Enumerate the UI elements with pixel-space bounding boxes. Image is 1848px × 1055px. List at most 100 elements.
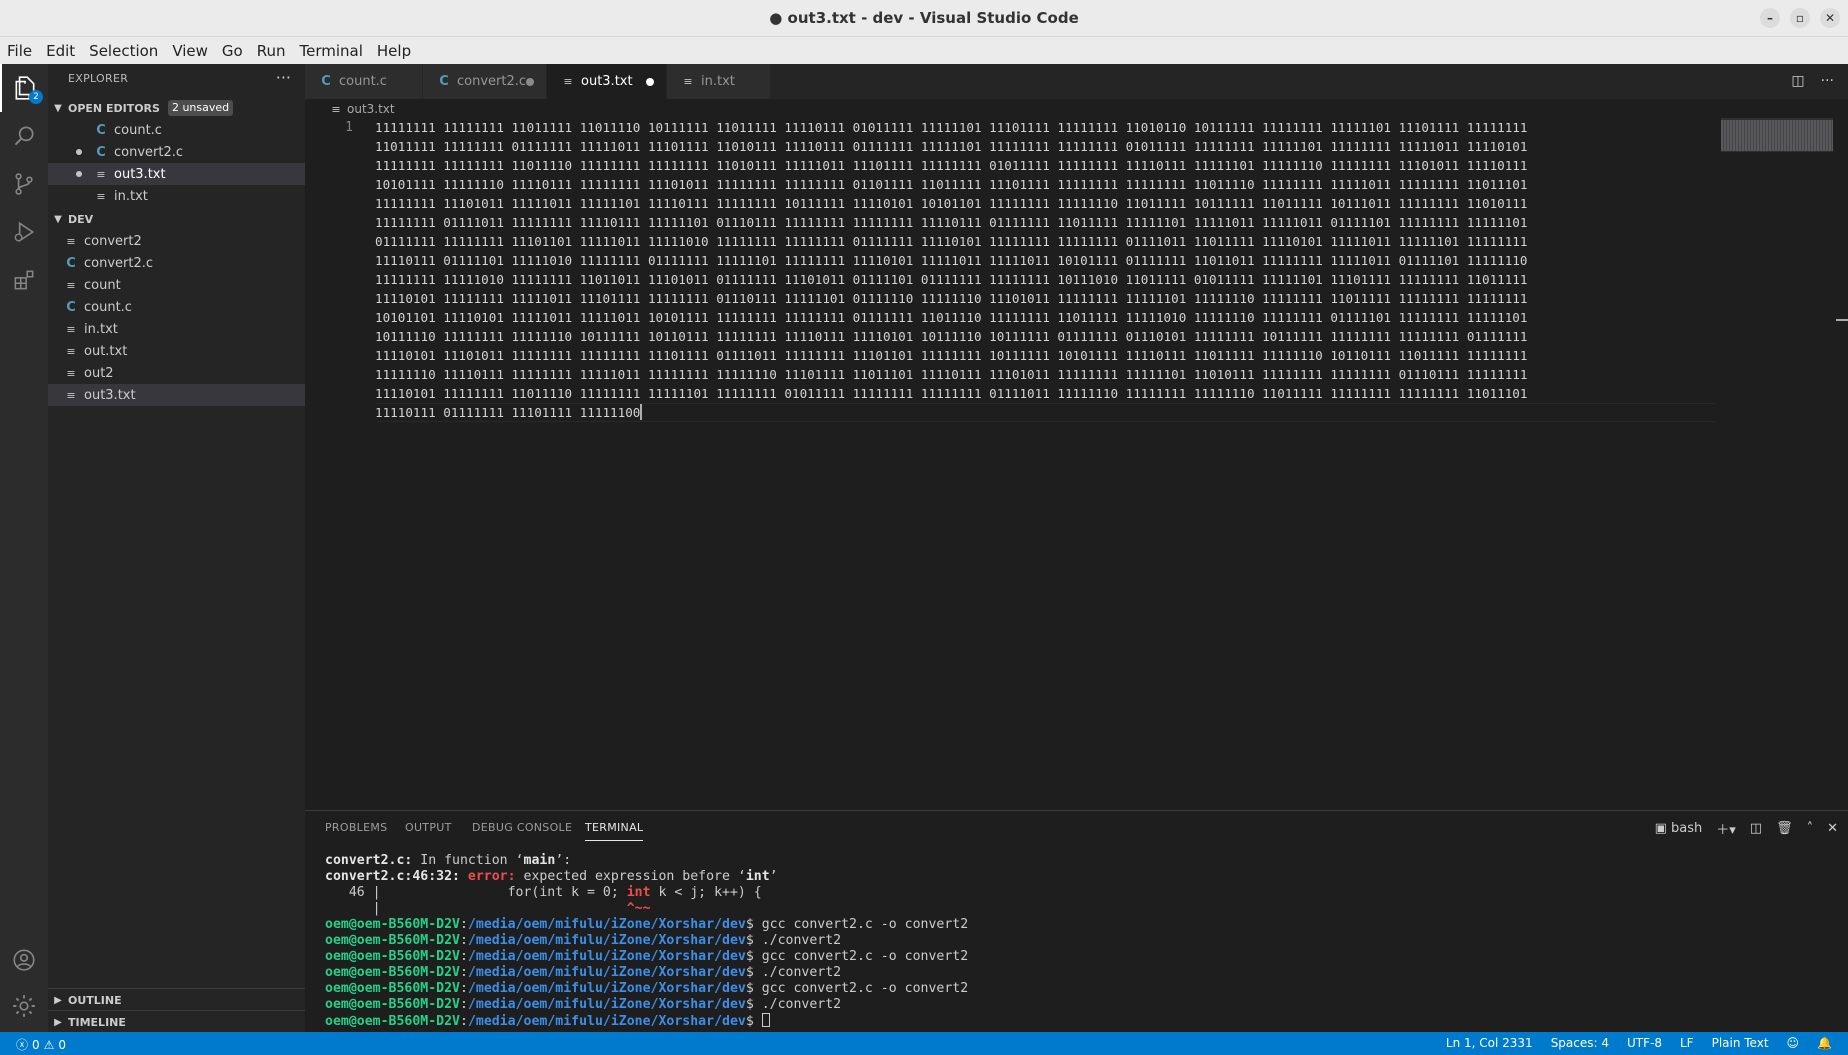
search-icon bbox=[14, 126, 34, 146]
c-file-icon: C bbox=[96, 144, 106, 160]
indentation[interactable]: Spaces: 4 bbox=[1551, 1036, 1609, 1050]
code-line: 11110101 11111111 11111011 11101111 1111… bbox=[375, 291, 1528, 306]
open-editor-item[interactable]: ≡ in.txt bbox=[48, 185, 305, 207]
code-line: 11111111 11111111 11011111 11011110 1011… bbox=[375, 120, 1528, 135]
term-text: for(int k = 0; bbox=[380, 885, 627, 900]
file-tree-item[interactable]: ≡ convert2 bbox=[48, 230, 305, 252]
unsaved-dot-icon bbox=[646, 78, 654, 86]
open-editor-label: convert2.c bbox=[114, 144, 184, 160]
code-line: 11011111 11111111 01111111 11111011 1110… bbox=[375, 139, 1528, 154]
run-debug-button[interactable] bbox=[0, 208, 48, 256]
unsaved-badge: 2 unsaved bbox=[167, 100, 234, 116]
folder-header[interactable]: ▼ DEV bbox=[48, 208, 305, 230]
maximize-button[interactable]: ▫ bbox=[1790, 8, 1810, 28]
menu-run[interactable]: Run bbox=[257, 42, 286, 60]
terminal-output[interactable]: convert2.c: In function ‘main’: convert2.… bbox=[325, 853, 968, 1030]
end-of-line[interactable]: LF bbox=[1680, 1036, 1694, 1050]
terminal-shell-selector[interactable]: ▣ bash bbox=[1655, 821, 1703, 836]
text-file-icon: ≡ bbox=[66, 388, 76, 402]
file-label: out3.txt bbox=[84, 387, 136, 403]
outline-header[interactable]: ▶ OUTLINE bbox=[48, 988, 305, 1011]
term-command: gcc convert2.c -o convert2 bbox=[761, 981, 969, 996]
manage-button[interactable] bbox=[0, 982, 48, 1030]
tab-out3-txt[interactable]: ≡ out3.txt bbox=[547, 64, 667, 99]
minimap-slider[interactable] bbox=[1721, 118, 1833, 152]
explorer-button[interactable]: 2 bbox=[0, 64, 48, 112]
menu-selection[interactable]: Selection bbox=[89, 42, 158, 60]
file-tree-item[interactable]: ≡ in.txt bbox=[48, 318, 305, 340]
menu-edit[interactable]: Edit bbox=[46, 42, 75, 60]
language-mode[interactable]: Plain Text bbox=[1712, 1036, 1769, 1050]
menu-help[interactable]: Help bbox=[377, 42, 411, 60]
outline-label: OUTLINE bbox=[68, 993, 122, 1007]
split-terminal-icon[interactable]: ◫ bbox=[1750, 821, 1762, 836]
trash-icon[interactable]: 🗑 bbox=[1776, 821, 1793, 836]
open-editor-item[interactable]: C count.c bbox=[48, 119, 305, 141]
file-tree-item[interactable]: Ccount.c bbox=[48, 296, 305, 318]
text-file-icon: ≡ bbox=[66, 366, 76, 380]
bell-icon[interactable]: 🔔 bbox=[1817, 1036, 1832, 1050]
source-control-button[interactable] bbox=[0, 160, 48, 208]
open-editor-item[interactable]: C convert2.c bbox=[48, 141, 305, 163]
sidebar-title: EXPLORER bbox=[68, 72, 129, 85]
code-line: 11110111 01111101 11111010 11111111 0111… bbox=[375, 253, 1528, 268]
gear-icon bbox=[13, 995, 35, 1017]
term-fn: main bbox=[523, 853, 556, 868]
chevron-right-icon: ▶ bbox=[54, 1016, 62, 1028]
problems-status[interactable]: ⓧ 0 ⚠ 0 bbox=[16, 1036, 66, 1053]
code-line: 11110101 11111111 11011110 11111111 1111… bbox=[375, 386, 1528, 401]
menu-terminal[interactable]: Terminal bbox=[300, 42, 363, 60]
feedback-icon[interactable]: ☺ bbox=[1787, 1036, 1800, 1050]
term-text: expected expression before ‘ bbox=[523, 869, 746, 884]
text-file-icon: ≡ bbox=[683, 75, 693, 88]
file-label: count bbox=[84, 277, 121, 293]
code-content[interactable]: 11111111 11111111 11011111 11011110 1011… bbox=[375, 118, 1675, 422]
term-highlight: int bbox=[626, 885, 651, 900]
open-editors-header[interactable]: ▼ OPEN EDITORS 2 unsaved bbox=[48, 97, 305, 119]
tab-count-c[interactable]: C count.c bbox=[305, 64, 423, 99]
tab-label: convert2.c bbox=[457, 74, 527, 89]
unsaved-dot-icon bbox=[526, 78, 534, 86]
editor-tab-bar: C count.c C convert2.c ≡ out3.txt ≡ in.t… bbox=[305, 64, 1848, 99]
menu-go[interactable]: Go bbox=[222, 42, 243, 60]
open-editor-item[interactable]: ≡ out3.txt bbox=[48, 163, 305, 185]
search-button[interactable] bbox=[0, 112, 48, 160]
term-text: ’: bbox=[555, 853, 572, 868]
breadcrumb[interactable]: ≡ out3.txt bbox=[329, 100, 394, 118]
tab-problems[interactable]: PROBLEMS bbox=[325, 821, 387, 834]
maximize-panel-icon[interactable]: ˄ bbox=[1807, 821, 1814, 836]
menu-file[interactable]: File bbox=[7, 42, 32, 60]
file-tree-item[interactable]: ≡ out2 bbox=[48, 362, 305, 384]
new-terminal-icon[interactable]: ＋▾ bbox=[1716, 819, 1736, 838]
terminal-cursor bbox=[761, 1013, 770, 1027]
tab-terminal[interactable]: TERMINAL bbox=[585, 821, 644, 841]
split-editor-icon[interactable]: ◫ bbox=[1791, 73, 1804, 89]
close-panel-icon[interactable]: ✕ bbox=[1827, 821, 1838, 836]
extensions-button[interactable] bbox=[0, 256, 48, 304]
file-tree-item[interactable]: ≡ out3.txt bbox=[48, 384, 305, 406]
code-line: 11110101 11101011 11111111 11111111 1110… bbox=[375, 348, 1528, 363]
term-text: ’ bbox=[769, 869, 778, 884]
accounts-button[interactable] bbox=[0, 936, 48, 984]
cursor-position[interactable]: Ln 1, Col 2331 bbox=[1446, 1036, 1533, 1050]
file-label: convert2.c bbox=[84, 255, 154, 271]
file-tree-item[interactable]: ≡ count bbox=[48, 274, 305, 296]
activity-bar: 2 bbox=[0, 64, 48, 1032]
timeline-header[interactable]: ▶ TIMELINE bbox=[48, 1010, 305, 1033]
close-window-button[interactable]: ✕ bbox=[1820, 8, 1840, 28]
minimize-button[interactable]: – bbox=[1760, 8, 1780, 28]
file-tree-item[interactable]: ≡ out.txt bbox=[48, 340, 305, 362]
unsaved-dot-icon bbox=[76, 149, 82, 155]
explorer-more-button[interactable]: ··· bbox=[276, 68, 291, 87]
tab-output[interactable]: OUTPUT bbox=[405, 821, 452, 834]
term-path: /media/oem/mifulu/iZone/Xorshar/dev bbox=[467, 981, 746, 996]
text-editor[interactable]: 1 11111111 11111111 11011111 11011110 10… bbox=[305, 118, 1848, 810]
tab-convert2-c[interactable]: C convert2.c bbox=[423, 64, 547, 99]
more-actions-icon[interactable]: ··· bbox=[1821, 73, 1834, 89]
encoding[interactable]: UTF-8 bbox=[1627, 1036, 1662, 1050]
file-tree-item[interactable]: Cconvert2.c bbox=[48, 252, 305, 274]
tab-debug-console[interactable]: DEBUG CONSOLE bbox=[472, 821, 572, 834]
tab-in-txt[interactable]: ≡ in.txt bbox=[667, 64, 771, 99]
menu-view[interactable]: View bbox=[172, 42, 208, 60]
text-file-icon: ≡ bbox=[66, 344, 76, 358]
